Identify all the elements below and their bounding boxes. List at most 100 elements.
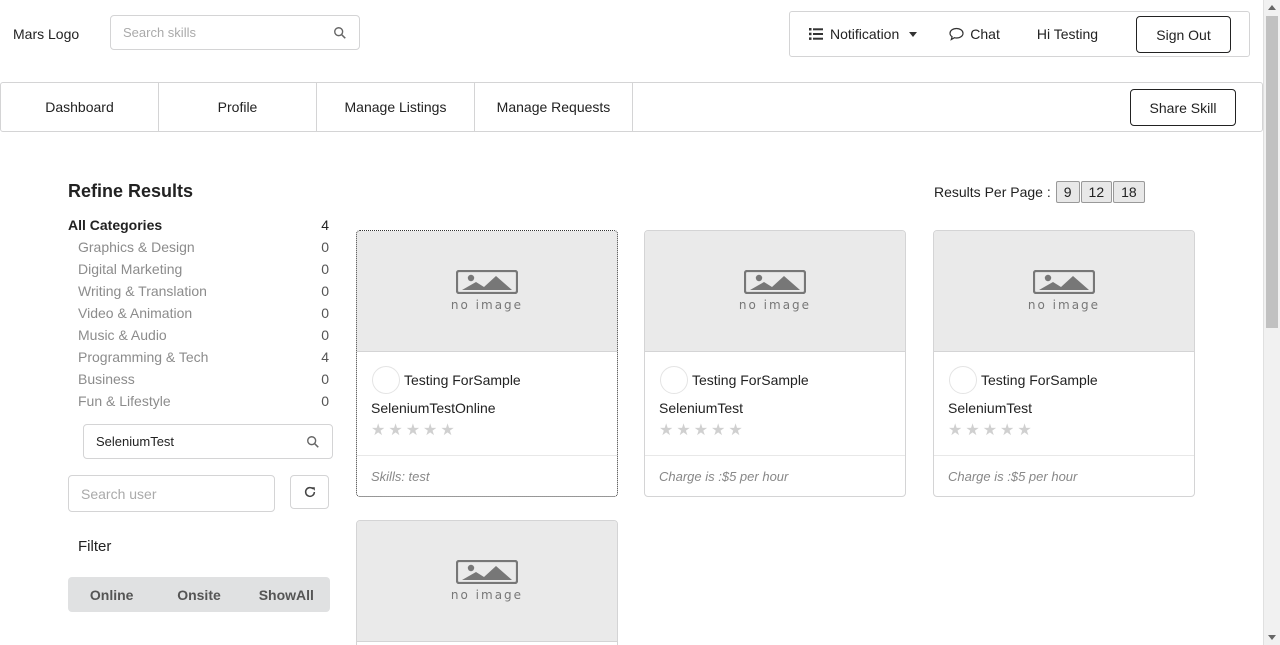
scroll-up-icon[interactable] — [1268, 5, 1276, 10]
star-icon: ★ — [711, 422, 726, 439]
category-label: Fun & Lifestyle — [78, 393, 171, 409]
search-icon[interactable] — [333, 26, 347, 40]
card-image[interactable]: no image — [357, 231, 617, 352]
category-count: 0 — [321, 283, 329, 299]
category-count: 0 — [321, 239, 329, 255]
image-placeholder-icon — [456, 560, 518, 584]
card-title[interactable]: SeleniumTest — [659, 400, 891, 416]
star-icon: ★ — [1017, 422, 1032, 439]
skill-card[interactable]: no image Testing ForSample SeleniumTestO… — [356, 230, 618, 497]
skill-card[interactable]: no image — [356, 520, 618, 645]
category-label: Music & Audio — [78, 327, 167, 343]
card-footer: Charge is :$5 per hour — [645, 455, 905, 496]
star-rating: ★ ★ ★ ★ ★ — [659, 423, 891, 439]
no-image-text: no image — [738, 298, 812, 312]
image-placeholder-icon — [1033, 270, 1095, 294]
chat-label: Chat — [970, 26, 1000, 42]
chat-link[interactable]: Chat — [949, 26, 1000, 42]
results-per-page: Results Per Page : 9 12 18 — [934, 181, 1145, 203]
category-video-animation[interactable]: Video & Animation 0 — [68, 302, 329, 324]
skill-search-bar — [110, 15, 360, 50]
category-label: Business — [78, 371, 135, 387]
card-image[interactable]: no image — [645, 231, 905, 352]
scroll-down-icon[interactable] — [1268, 635, 1276, 640]
category-fun-lifestyle[interactable]: Fun & Lifestyle 0 — [68, 390, 329, 412]
search-icon[interactable] — [306, 435, 320, 449]
category-label: Writing & Translation — [78, 283, 207, 299]
category-count: 4 — [321, 349, 329, 365]
star-icon: ★ — [676, 422, 691, 439]
search-skills-input[interactable] — [123, 25, 333, 40]
category-business[interactable]: Business 0 — [68, 368, 329, 390]
category-all[interactable]: All Categories 4 — [68, 214, 329, 236]
results-per-page-label: Results Per Page : — [934, 184, 1051, 200]
card-seller[interactable]: Testing ForSample — [948, 366, 1180, 394]
chat-bubble-icon — [949, 27, 964, 41]
card-title[interactable]: SeleniumTestOnline — [371, 400, 603, 416]
seller-name: Testing ForSample — [404, 372, 521, 388]
user-greeting[interactable]: Hi Testing — [1037, 26, 1098, 42]
per-page-9-button[interactable]: 9 — [1055, 181, 1080, 203]
card-image[interactable]: no image — [934, 231, 1194, 352]
category-graphics-design[interactable]: Graphics & Design 0 — [68, 236, 329, 258]
category-count: 0 — [321, 305, 329, 321]
star-rating: ★ ★ ★ ★ ★ — [948, 423, 1180, 439]
star-icon: ★ — [405, 422, 421, 439]
card-footer: Charge is :$5 per hour — [934, 455, 1194, 496]
avatar — [949, 366, 977, 394]
search-user-input[interactable] — [81, 485, 262, 502]
card-footer: Skills: test — [357, 455, 617, 496]
per-page-18-button[interactable]: 18 — [1113, 181, 1145, 203]
card-seller[interactable]: Testing ForSample — [659, 366, 891, 394]
star-icon: ★ — [693, 422, 709, 439]
category-count: 0 — [321, 261, 329, 277]
category-count: 0 — [321, 371, 329, 387]
category-label: All Categories — [68, 217, 163, 233]
star-icon: ★ — [440, 422, 455, 439]
category-digital-marketing[interactable]: Digital Marketing 0 — [68, 258, 329, 280]
no-image-text: no image — [450, 588, 524, 602]
star-icon: ★ — [388, 422, 403, 439]
category-programming-tech[interactable]: Programming & Tech 4 — [68, 346, 329, 368]
tab-manage-requests[interactable]: Manage Requests — [475, 83, 633, 131]
list-icon — [809, 28, 823, 40]
filter-showall-button[interactable]: ShowAll — [243, 577, 330, 612]
card-seller[interactable]: Testing ForSample — [371, 366, 603, 394]
image-placeholder-icon — [456, 270, 518, 294]
star-icon: ★ — [982, 422, 998, 439]
chevron-down-icon — [909, 31, 918, 37]
main-nav: Dashboard Profile Manage Listings Manage… — [0, 82, 1263, 132]
star-icon: ★ — [659, 422, 674, 439]
seller-name: Testing ForSample — [981, 372, 1098, 388]
refresh-icon — [304, 486, 315, 498]
filter-online-button[interactable]: Online — [68, 577, 155, 612]
filter-onsite-button[interactable]: Onsite — [155, 577, 242, 612]
category-label: Digital Marketing — [78, 261, 183, 277]
avatar — [372, 366, 400, 394]
sign-out-button[interactable]: Sign Out — [1136, 16, 1231, 53]
per-page-12-button[interactable]: 12 — [1080, 181, 1113, 203]
user-search-bar — [68, 475, 275, 512]
filter-button-group: Online Onsite ShowAll — [68, 577, 330, 612]
star-icon: ★ — [1000, 422, 1015, 439]
scroll-thumb[interactable] — [1266, 16, 1278, 328]
refresh-button[interactable] — [290, 475, 329, 509]
star-icon: ★ — [965, 422, 980, 439]
tab-dashboard[interactable]: Dashboard — [1, 83, 159, 131]
skill-card[interactable]: no image Testing ForSample SeleniumTest … — [644, 230, 906, 497]
category-writing-translation[interactable]: Writing & Translation 0 — [68, 280, 329, 302]
card-image[interactable]: no image — [357, 521, 617, 642]
page-scrollbar[interactable] — [1263, 0, 1280, 645]
star-icon: ★ — [948, 422, 963, 439]
tab-manage-listings[interactable]: Manage Listings — [317, 83, 475, 131]
category-music-audio[interactable]: Music & Audio 0 — [68, 324, 329, 346]
notification-label: Notification — [830, 26, 900, 42]
share-skill-button[interactable]: Share Skill — [1130, 89, 1236, 126]
notification-dropdown[interactable]: Notification — [809, 26, 918, 42]
tab-profile[interactable]: Profile — [159, 83, 317, 131]
site-logo[interactable]: Mars Logo — [13, 26, 79, 42]
image-placeholder-icon — [744, 270, 806, 294]
card-title[interactable]: SeleniumTest — [948, 400, 1180, 416]
skill-card[interactable]: no image Testing ForSample SeleniumTest … — [933, 230, 1195, 497]
skill-filter-field[interactable]: SeleniumTest — [83, 424, 333, 459]
